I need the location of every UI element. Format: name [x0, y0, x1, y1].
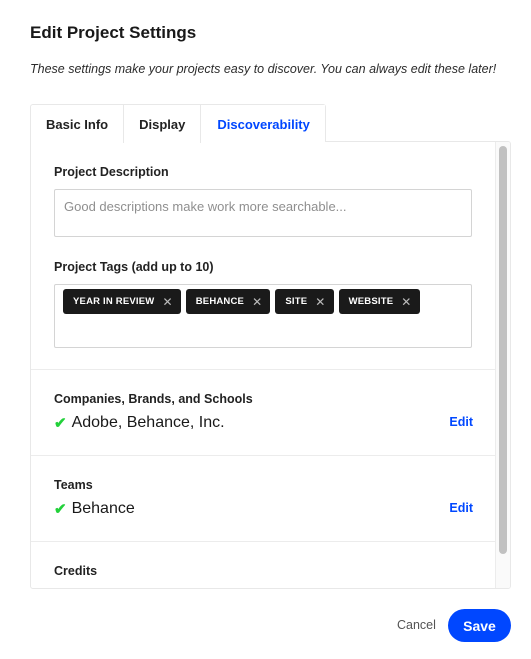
tag-chip: WEBSITE ✕ [338, 289, 420, 314]
tag-label: WEBSITE [348, 296, 394, 307]
tab-discoverability[interactable]: Discoverability [201, 105, 325, 144]
tag-chip: YEAR IN REVIEW ✕ [63, 289, 181, 314]
tab-display[interactable]: Display [124, 105, 202, 143]
teams-section: Teams ✔ Behance Edit [31, 456, 496, 542]
teams-value: Behance [71, 500, 135, 517]
project-tags-input[interactable]: YEAR IN REVIEW ✕ BEHANCE ✕ SITE ✕ WEBSIT… [54, 284, 472, 348]
tag-chip: BEHANCE ✕ [185, 289, 271, 314]
tag-chip: SITE ✕ [275, 289, 334, 314]
remove-tag-icon[interactable]: ✕ [252, 295, 262, 309]
check-icon: ✔ [54, 415, 67, 432]
companies-section: Companies, Brands, and Schools ✔ Adobe, … [31, 370, 496, 456]
scrollbar-thumb[interactable] [499, 146, 507, 554]
teams-value-row: ✔ Behance [54, 500, 135, 518]
companies-value: Adobe, Behance, Inc. [71, 414, 225, 431]
tag-label: SITE [285, 296, 308, 307]
remove-tag-icon[interactable]: ✕ [315, 295, 325, 309]
edit-companies-link[interactable]: Edit [449, 415, 473, 429]
tag-label: YEAR IN REVIEW [73, 296, 155, 307]
companies-value-row: ✔ Adobe, Behance, Inc. [54, 414, 225, 432]
project-description-label: Project Description [54, 165, 169, 179]
dialog-subtitle: These settings make your projects easy t… [30, 62, 497, 76]
description-tags-section: Project Description Good descriptions ma… [31, 142, 496, 370]
project-tags-label: Project Tags (add up to 10) [54, 260, 214, 274]
cancel-button[interactable]: Cancel [397, 618, 436, 632]
save-button[interactable]: Save [448, 609, 511, 642]
discoverability-panel: Project Description Good descriptions ma… [30, 141, 511, 589]
credits-label: Credits [54, 564, 98, 578]
tab-bar: Basic Info Display Discoverability [30, 104, 326, 144]
project-description-input[interactable]: Good descriptions make work more searcha… [54, 189, 472, 237]
panel-scrollbar[interactable] [495, 142, 510, 588]
companies-label: Companies, Brands, and Schools [54, 392, 253, 406]
remove-tag-icon[interactable]: ✕ [162, 295, 172, 309]
check-icon: ✔ [54, 501, 67, 518]
teams-label: Teams [54, 478, 93, 492]
remove-tag-icon[interactable]: ✕ [401, 295, 411, 309]
tag-label: BEHANCE [195, 296, 245, 307]
credits-section: Credits [31, 542, 496, 588]
dialog-title: Edit Project Settings [30, 23, 197, 42]
tab-basic-info[interactable]: Basic Info [31, 105, 125, 143]
edit-teams-link[interactable]: Edit [449, 501, 473, 515]
